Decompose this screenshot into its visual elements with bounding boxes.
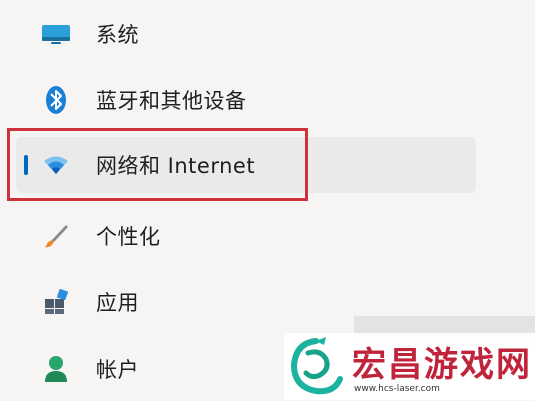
nav-item-label: 蓝牙和其他设备 — [96, 89, 247, 113]
nav-item-label: 网络和 Internet — [96, 154, 256, 178]
brush-icon — [40, 220, 72, 252]
apps-icon — [40, 286, 72, 318]
nav-item-label: 个性化 — [96, 225, 161, 249]
bluetooth-icon — [40, 84, 72, 116]
nav-item-bluetooth[interactable]: 蓝牙和其他设备 — [16, 72, 476, 128]
nav-item-label: 系统 — [96, 23, 139, 47]
watermark-brand: 宏昌游戏网 — [352, 345, 532, 385]
person-icon — [40, 353, 72, 385]
display-icon — [40, 18, 72, 50]
nav-item-personalization[interactable]: 个性化 — [16, 208, 476, 264]
watermark: 宏昌游戏网 www.hcs-laser.com — [284, 333, 535, 400]
nav-item-network[interactable]: 网络和 Internet — [16, 137, 476, 193]
watermark-url: www.hcs-laser.com — [354, 384, 440, 394]
nav-item-label: 应用 — [96, 291, 139, 315]
dragon-logo-icon — [286, 335, 348, 401]
nav-item-label: 帐户 — [96, 358, 139, 382]
wifi-icon — [40, 149, 72, 181]
nav-item-system[interactable]: 系统 — [16, 6, 476, 62]
selection-indicator — [24, 155, 28, 175]
